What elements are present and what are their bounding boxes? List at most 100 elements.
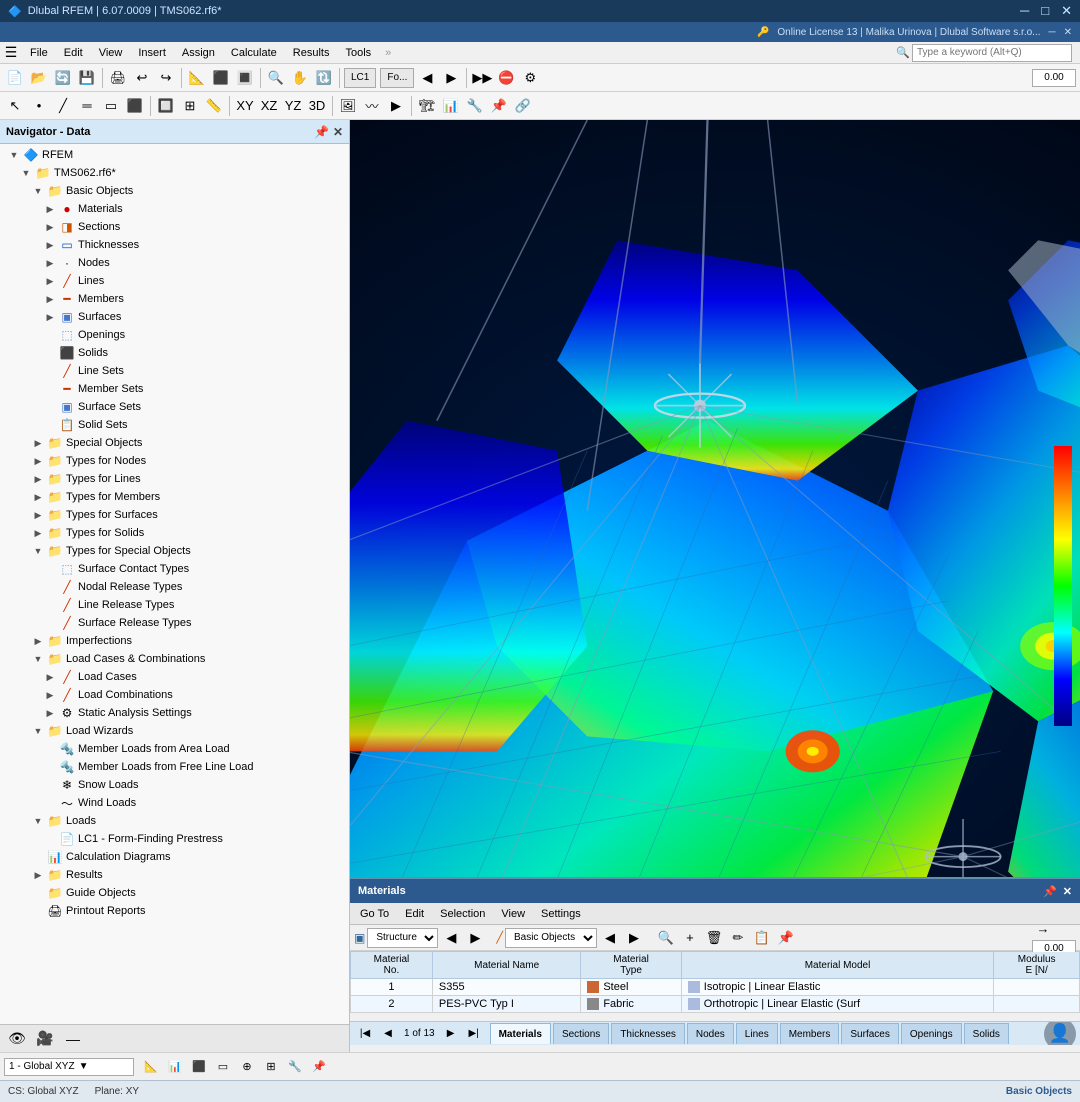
tb-icon-c[interactable]: 🔧	[464, 95, 486, 117]
mat-basic-objects-dropdown[interactable]: Basic Objects	[505, 928, 597, 948]
app-menu-icon[interactable]: ☰	[0, 42, 22, 64]
mat-copy-btn[interactable]: 📋	[751, 927, 773, 949]
nav-loads[interactable]: ▼ 📁 Loads	[0, 812, 349, 830]
menu-view[interactable]: View	[91, 45, 131, 61]
menu-edit[interactable]: Edit	[56, 45, 91, 61]
nav-lc1[interactable]: 📄 LC1 - Form-Finding Prestress	[0, 830, 349, 848]
fo-selector[interactable]: Fo...	[380, 68, 414, 88]
nav-types-special[interactable]: ▼ 📁 Types for Special Objects	[0, 542, 349, 560]
license-close[interactable]: ✕	[1064, 27, 1072, 38]
mat-bo-prev[interactable]: ◀	[599, 927, 621, 949]
tab-sections[interactable]: Sections	[553, 1023, 609, 1044]
tb-animate[interactable]: ▶	[385, 95, 407, 117]
mat-menu-view[interactable]: View	[495, 906, 531, 922]
stop-button[interactable]: ⛔	[495, 67, 517, 89]
nav-surface-sets[interactable]: ▣ Surface Sets	[0, 398, 349, 416]
tab-openings[interactable]: Openings	[901, 1023, 962, 1044]
nav-solid-sets[interactable]: 📋 Solid Sets	[0, 416, 349, 434]
redo-button[interactable]: ↪	[155, 67, 177, 89]
tab-materials[interactable]: Materials	[490, 1023, 551, 1044]
tbsolid-button[interactable]: 🔳	[234, 67, 256, 89]
nav-types-nodes[interactable]: ▶ 📁 Types for Nodes	[0, 452, 349, 470]
mat-paste-btn[interactable]: 📌	[775, 927, 797, 949]
menu-calculate[interactable]: Calculate	[223, 45, 285, 61]
mat-arrow-right[interactable]: →	[1032, 918, 1054, 940]
nav-materials[interactable]: ▶ ● Materials	[0, 200, 349, 218]
nav-thicknesses[interactable]: ▶ ▭ Thicknesses	[0, 236, 349, 254]
tb-icon-b[interactable]: 📊	[440, 95, 462, 117]
nav-types-members[interactable]: ▶ 📁 Types for Members	[0, 488, 349, 506]
tb-render[interactable]: 🖼	[337, 95, 359, 117]
mat-menu-edit[interactable]: Edit	[399, 906, 430, 922]
open-button[interactable]: 📂	[28, 67, 50, 89]
tb-surface[interactable]: ▭	[100, 95, 122, 117]
nav-surface-contact-types[interactable]: ⬚ Surface Contact Types	[0, 560, 349, 578]
nav-static-analysis[interactable]: ▶ ⚙ Static Analysis Settings	[0, 704, 349, 722]
tb-cursor[interactable]: ↖	[4, 95, 26, 117]
tab-solids[interactable]: Solids	[964, 1023, 1009, 1044]
rotate-button[interactable]: 🔃	[313, 67, 335, 89]
search-input[interactable]	[912, 44, 1072, 62]
tab-members[interactable]: Members	[780, 1023, 840, 1044]
pan-button[interactable]: ✋	[289, 67, 311, 89]
mat-edit-btn[interactable]: ✏	[727, 927, 749, 949]
nav-imperfections[interactable]: ▶ 📁 Imperfections	[0, 632, 349, 650]
tb-icon-d[interactable]: 📌	[488, 95, 510, 117]
close-button[interactable]: ✕	[1061, 3, 1072, 19]
lc-selector[interactable]: LC1	[344, 68, 376, 88]
tb-view-3d[interactable]: 3D	[306, 95, 328, 117]
table-row[interactable]: 2 PES-PVC Typ I Fabric Orthotropic | Lin…	[351, 996, 1080, 1013]
undo-button[interactable]: ↩	[131, 67, 153, 89]
tb-member[interactable]: ═	[76, 95, 98, 117]
maximize-button[interactable]: □	[1041, 3, 1049, 19]
nav-dash-button[interactable]: —	[62, 1028, 84, 1050]
prev-lc-button[interactable]: ◀	[416, 67, 438, 89]
settings-button[interactable]: ⚙	[519, 67, 541, 89]
menu-tools[interactable]: Tools	[337, 45, 379, 61]
nav-line-release-types[interactable]: ╱ Line Release Types	[0, 596, 349, 614]
nav-types-surfaces[interactable]: ▶ 📁 Types for Surfaces	[0, 506, 349, 524]
nav-openings[interactable]: ⬚ Openings	[0, 326, 349, 344]
tb-solid[interactable]: ⬛	[124, 95, 146, 117]
nav-members[interactable]: ▶ ━ Members	[0, 290, 349, 308]
tb-grid[interactable]: ⊞	[179, 95, 201, 117]
tbwire-button[interactable]: ⬛	[210, 67, 232, 89]
mat-bo-next[interactable]: ▶	[623, 927, 645, 949]
mat-panel-pin[interactable]: 📌	[1043, 885, 1057, 898]
viewport[interactable]: Materials 📌 ✕ Go To Edit Selection View …	[350, 120, 1080, 1052]
nav-member-sets[interactable]: ━ Member Sets	[0, 380, 349, 398]
nav-nodal-release-types[interactable]: ╱ Nodal Release Types	[0, 578, 349, 596]
tab-surfaces[interactable]: Surfaces	[841, 1023, 898, 1044]
nav-snow-loads[interactable]: ❄ Snow Loads	[0, 776, 349, 794]
bt-icon-h[interactable]: 📌	[308, 1056, 330, 1078]
bt-icon-b[interactable]: 📊	[164, 1056, 186, 1078]
bt-icon-c[interactable]: ⬛	[188, 1056, 210, 1078]
nav-types-solids[interactable]: ▶ 📁 Types for Solids	[0, 524, 349, 542]
tb-view-xy[interactable]: XY	[234, 95, 256, 117]
nav-lines[interactable]: ▶ ╱ Lines	[0, 272, 349, 290]
nav-member-loads-area[interactable]: 🔩 Member Loads from Area Load	[0, 740, 349, 758]
menu-assign[interactable]: Assign	[174, 45, 223, 61]
nav-special-objects[interactable]: ▶ 📁 Special Objects	[0, 434, 349, 452]
tb-deform[interactable]: 〰	[361, 95, 383, 117]
nav-printout-reports[interactable]: 🖨 Printout Reports	[0, 902, 349, 920]
nav-rfem-root[interactable]: ▼ 🔷 RFEM	[0, 146, 349, 164]
next-lc-button[interactable]: ▶	[440, 67, 462, 89]
tab-nodes[interactable]: Nodes	[687, 1023, 734, 1044]
nav-surfaces[interactable]: ▶ ▣ Surfaces	[0, 308, 349, 326]
nav-load-combinations[interactable]: ▶ ╱ Load Combinations	[0, 686, 349, 704]
mat-menu-selection[interactable]: Selection	[434, 906, 491, 922]
mat-menu-settings[interactable]: Settings	[535, 906, 587, 922]
calc-button[interactable]: ▶▶	[471, 67, 493, 89]
nav-member-loads-free[interactable]: 🔩 Member Loads from Free Line Load	[0, 758, 349, 776]
tb3d-button[interactable]: 📐	[186, 67, 208, 89]
nav-camera-button[interactable]: 🎥	[34, 1028, 56, 1050]
bt-icon-d[interactable]: ▭	[212, 1056, 234, 1078]
mat-search-btn[interactable]: 🔍	[655, 927, 677, 949]
tb-view-xz[interactable]: XZ	[258, 95, 280, 117]
print-button[interactable]: 🖨	[107, 67, 129, 89]
tb-icon-a[interactable]: 🏗	[416, 95, 438, 117]
nav-calc-diagrams[interactable]: 📊 Calculation Diagrams	[0, 848, 349, 866]
bt-icon-f[interactable]: ⊞	[260, 1056, 282, 1078]
mat-add-btn[interactable]: +	[679, 927, 701, 949]
